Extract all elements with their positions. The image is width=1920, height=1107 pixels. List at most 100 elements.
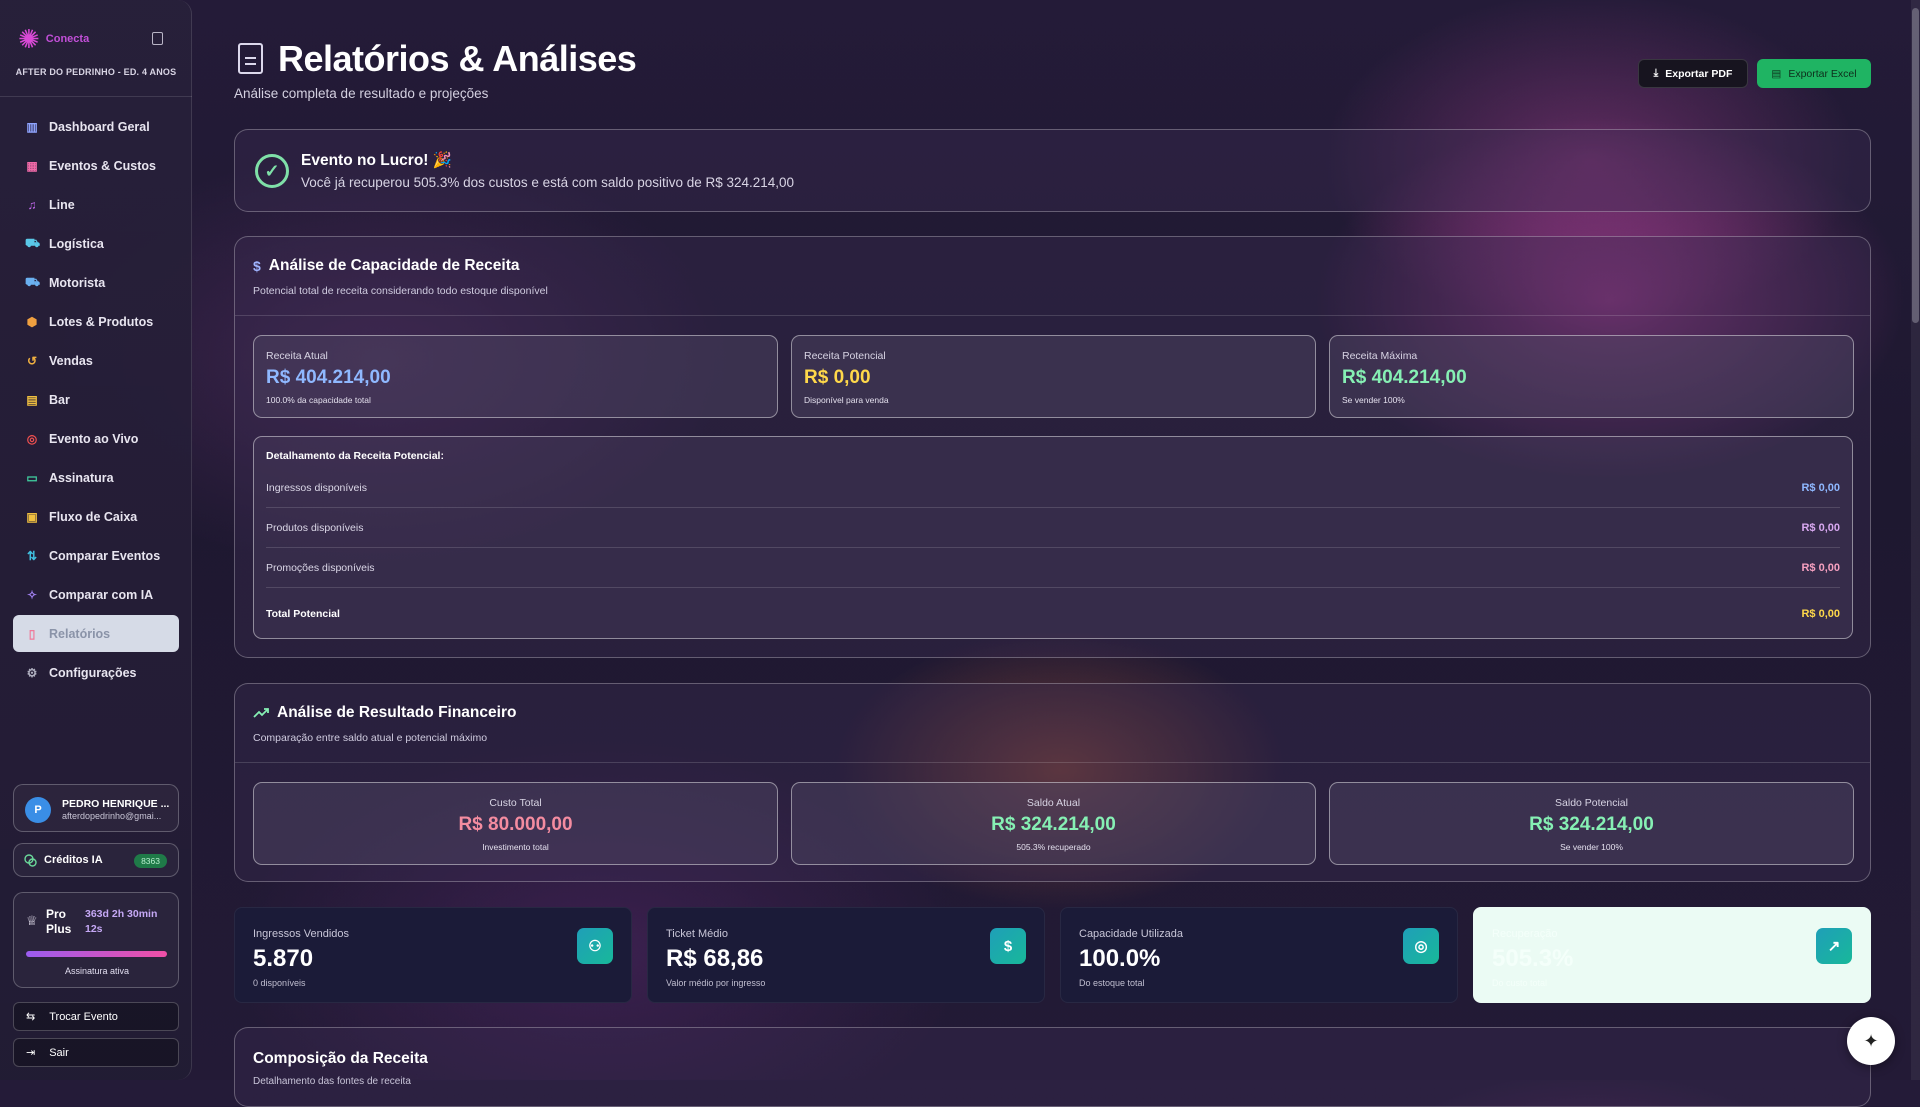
gear-icon: ⚙: [26, 665, 38, 680]
detail-value: R$ 0,00: [1801, 522, 1840, 534]
potential-revenue-detail: Detalhamento da Receita Potencial: Ingre…: [253, 436, 1853, 639]
metric-value: R$ 324.214,00: [991, 814, 1116, 835]
stat-note: Do custo total: [1492, 978, 1548, 988]
trending-up-icon: ↗: [1816, 928, 1852, 964]
wallet-icon: ▣: [26, 509, 38, 524]
total-value: R$ 0,00: [1801, 608, 1840, 620]
sidebar-nav: ▥ Dashboard Geral ▦ Eventos & Custos ♫ Line ⛟ L…: [13, 108, 179, 693]
current-event-name: AFTER DO PEDRINHO - ED. 4 ANOS: [15, 67, 177, 77]
spreadsheet-icon: ▤: [1771, 67, 1782, 80]
detail-label: Produtos disponíveis: [266, 522, 364, 534]
section-header: Análise de Resultado Financeiro: [253, 704, 516, 722]
detail-label: Promoções disponíveis: [266, 562, 375, 574]
car-icon: ⛟: [25, 274, 41, 289]
page-subtitle: Análise completa de resultado e projeçõe…: [234, 86, 489, 101]
stat-note: Valor médio por ingresso: [666, 978, 766, 988]
sidebar-item-label: Motorista: [49, 275, 106, 290]
export-excel-label: Exportar Excel: [1788, 67, 1857, 80]
profit-text: Você já recuperou 505.3% dos custos e es…: [301, 175, 795, 190]
stat-note: Do estoque total: [1079, 978, 1145, 988]
download-icon: ⤓: [1653, 67, 1659, 79]
total-row: Total Potencial R$ 0,00: [266, 594, 1840, 634]
metric-note: Disponível para venda: [804, 395, 889, 405]
metric-card: Saldo Atual R$ 324.214,00 505.3% recuperad…: [791, 782, 1316, 865]
metric-value: R$ 404.214,00: [266, 367, 391, 388]
sidebar-item-package[interactable]: ⬢ Lotes & Produtos: [13, 303, 179, 340]
sidebar-item-music[interactable]: ♫ Line: [13, 186, 179, 223]
export-excel-button[interactable]: ▤ Exportar Excel: [1757, 59, 1871, 88]
beer-icon: ▤: [26, 392, 38, 407]
sidebar-divider: [0, 96, 192, 97]
trending-up-icon: [253, 708, 269, 718]
metric-card: Receita Atual R$ 404.214,00 100.0% da capa…: [253, 335, 778, 418]
ai-assistant-button[interactable]: ✦: [1847, 1017, 1895, 1065]
sidebar-item-file[interactable]: ▯ Relatórios: [13, 615, 179, 652]
section-divider: [235, 315, 1870, 316]
truck-icon: ⛟: [25, 235, 41, 250]
stat-card: Recuperação 505.3% Do custo total ↗: [1473, 907, 1871, 1003]
sidebar-item-target[interactable]: ◎ Evento ao Vivo: [13, 420, 179, 457]
detail-row: Produtos disponíveis R$ 0,00: [266, 508, 1840, 548]
sidebar-item-truck[interactable]: ⛟ Logística: [13, 225, 179, 262]
sidebar-item-label: Dashboard Geral: [49, 119, 150, 134]
sidebar-item-bar-chart[interactable]: ▥ Dashboard Geral: [13, 108, 179, 145]
sidebar-item-label: Lotes & Produtos: [49, 314, 154, 329]
section-title: Análise de Resultado Financeiro: [277, 704, 517, 721]
plan-time-left: 363d 2h 30min 12s: [85, 908, 158, 935]
credits-badge: 8363: [134, 854, 167, 868]
sidebar-item-compare[interactable]: ⇅ Comparar Eventos: [13, 537, 179, 574]
switch-event-button[interactable]: ⇆ Trocar Evento: [13, 1002, 179, 1031]
metric-value: R$ 0,00: [804, 367, 871, 388]
section-divider: [235, 762, 1870, 763]
switch-event-label: Trocar Evento: [49, 1010, 118, 1023]
sidebar-item-label: Line: [49, 197, 75, 212]
sidebar-item-sparkles[interactable]: ✧ Comparar com IA: [13, 576, 179, 613]
sidebar-item-label: Vendas: [49, 353, 93, 368]
metric-label: Custo Total: [489, 797, 542, 809]
section-title: Análise de Capacidade de Receita: [268, 257, 520, 274]
stat-label: Ticket Médio: [666, 928, 728, 940]
user-card[interactable]: P PEDRO HENRIQUE ... afterdopedrinho@gma…: [13, 784, 179, 832]
scrollbar-thumb[interactable]: [1912, 8, 1919, 323]
package-icon: ⬢: [26, 314, 38, 329]
sidebar-item-label: Fluxo de Caixa: [49, 509, 138, 524]
sidebar-item-beer[interactable]: ▤ Bar: [13, 381, 179, 418]
target-icon: ◎: [26, 431, 38, 446]
target-icon: ◎: [1403, 928, 1439, 964]
sidebar-item-calendar[interactable]: ▦ Eventos & Custos: [13, 147, 179, 184]
stat-label: Recuperação: [1492, 928, 1558, 940]
section-subtitle: Detalhamento das fontes de receita: [253, 1076, 411, 1087]
section-subtitle: Potencial total de receita considerando …: [253, 285, 548, 297]
subscription-plan-card[interactable]: ♕ Pro Plus 363d 2h 30min 12s Assinatura …: [13, 892, 179, 988]
detail-value: R$ 0,00: [1801, 482, 1840, 494]
detail-label: Ingressos disponíveis: [266, 482, 367, 494]
collapse-sidebar-icon[interactable]: [152, 32, 163, 45]
export-pdf-button[interactable]: ⤓ Exportar PDF: [1638, 59, 1748, 88]
sidebar-item-card[interactable]: ▭ Assinatura: [13, 459, 179, 496]
detail-row: Promoções disponíveis R$ 0,00: [266, 548, 1840, 588]
sidebar-item-history[interactable]: ↺ Vendas: [13, 342, 179, 379]
detail-title: Detalhamento da Receita Potencial:: [266, 450, 444, 462]
stat-value: 505.3%: [1492, 945, 1574, 972]
app-logo[interactable]: ✺ Conecta: [18, 26, 89, 52]
metric-card: Saldo Potencial R$ 324.214,00 Se vender 10…: [1329, 782, 1854, 865]
sidebar-item-car[interactable]: ⛟ Motorista: [13, 264, 179, 301]
dollar-icon: $: [253, 258, 261, 274]
stat-label: Capacidade Utilizada: [1079, 928, 1183, 940]
stat-note: 0 disponíveis: [253, 978, 306, 988]
metric-card: Receita Potencial R$ 0,00 Disponível para …: [791, 335, 1316, 418]
logout-button[interactable]: ⇥ Sair: [13, 1038, 179, 1067]
stat-card: Ingressos Vendidos 5.870 0 disponíveis ⚇: [234, 907, 632, 1003]
ai-credits[interactable]: Créditos IA 8363: [13, 843, 179, 877]
sidebar-item-wallet[interactable]: ▣ Fluxo de Caixa: [13, 498, 179, 535]
document-icon: [238, 43, 263, 74]
financial-result-section: Análise de Resultado Financeiro Comparaç…: [234, 683, 1871, 882]
sidebar-item-label: Relatórios: [49, 626, 111, 641]
metric-label: Receita Atual: [266, 350, 328, 362]
stat-card: Ticket Médio R$ 68,86 Valor médio por ingr…: [647, 907, 1045, 1003]
sidebar-item-gear[interactable]: ⚙ Configurações: [13, 654, 179, 691]
metric-note: Se vender 100%: [1560, 842, 1623, 852]
sidebar-item-label: Configurações: [49, 665, 137, 680]
plan-progress-bar: [26, 951, 167, 957]
stat-value: R$ 68,86: [666, 945, 764, 972]
